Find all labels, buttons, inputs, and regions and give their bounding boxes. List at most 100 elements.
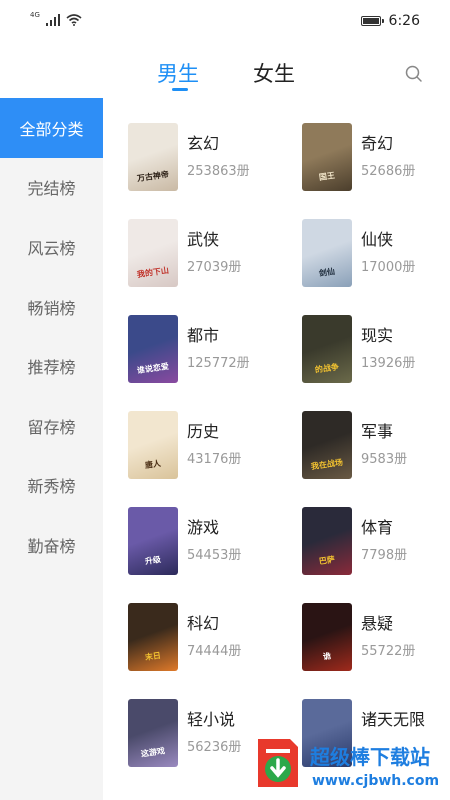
category-name: 诸天无限 [361, 710, 426, 729]
sidebar-item-all-categories[interactable]: 全部分类 [0, 98, 103, 158]
book-cover: 诡 [302, 603, 352, 671]
sidebar-item-label: 畅销榜 [27, 298, 76, 318]
category-name: 悬疑 [361, 614, 394, 633]
cover-title: 我的下山 [136, 265, 170, 280]
category-name: 奇幻 [361, 134, 394, 153]
category-item[interactable]: 诡 悬疑 55722册 [302, 603, 438, 699]
active-tab-indicator [172, 88, 188, 91]
category-count: 13926册 [361, 356, 416, 371]
category-name: 科幻 [187, 614, 220, 633]
battery-icon [360, 16, 384, 26]
sidebar-item-retention[interactable]: 留存榜 [0, 396, 103, 456]
watermark-title: 超级棒下载站 [310, 745, 430, 769]
sidebar-item-label: 新秀榜 [27, 477, 76, 497]
category-name: 都市 [187, 326, 220, 345]
category-item[interactable]: 谁说恋爱 都市 125772册 [128, 315, 302, 411]
category-count: 7798册 [361, 548, 408, 563]
book-cover: 这游戏 [128, 699, 178, 767]
cover-title: 这游戏 [140, 746, 166, 759]
book-cover: 唐人 [128, 411, 178, 479]
category-item[interactable]: 国王 奇幻 52686册 [302, 123, 438, 219]
network-type: 4G [30, 11, 40, 19]
watermark-logo-icon [258, 739, 298, 787]
book-cover: 我的下山 [128, 219, 178, 287]
category-name: 轻小说 [187, 710, 236, 729]
cover-title: 巴萨 [318, 554, 336, 567]
cover-title: 诡 [322, 651, 332, 662]
cover-title: 万古神帝 [136, 169, 170, 184]
category-item[interactable]: 我在战场 军事 9583册 [302, 411, 438, 507]
category-name: 军事 [361, 422, 394, 441]
category-name: 体育 [361, 518, 394, 537]
category-count: 52686册 [361, 164, 416, 179]
sidebar-item-recommended[interactable]: 推荐榜 [0, 336, 103, 396]
cover-title: 的战争 [314, 362, 340, 375]
sidebar-item-label: 推荐榜 [27, 358, 76, 378]
category-count: 55722册 [361, 644, 416, 659]
category-item[interactable]: 唐人 历史 43176册 [128, 411, 302, 507]
tab-male[interactable]: 男生 [157, 58, 199, 88]
wifi-icon [66, 14, 82, 26]
cover-title: 升级 [144, 554, 162, 567]
signal-icon [45, 14, 60, 26]
book-cover: 剑仙 [302, 219, 352, 287]
category-name: 游戏 [187, 518, 220, 537]
cover-title: 唐人 [144, 458, 162, 471]
category-count: 125772册 [187, 356, 250, 371]
watermark: 超级棒下载站 www.cjbwh.com [250, 733, 450, 800]
book-cover: 的战争 [302, 315, 352, 383]
tab-female[interactable]: 女生 [253, 58, 295, 88]
sidebar-item-diligent[interactable]: 勤奋榜 [0, 515, 103, 575]
book-cover: 升级 [128, 507, 178, 575]
category-grid: 万古神帝 玄幻 253863册 国王 奇幻 52686册 我的下山 武侠 27039册… [128, 123, 438, 795]
category-name: 仙侠 [361, 230, 394, 249]
cover-title: 谁说恋爱 [136, 361, 170, 376]
status-right: 6:26 [360, 13, 420, 29]
sidebar-item-label: 完结榜 [27, 179, 76, 199]
header: 男生 女生 [0, 48, 450, 100]
category-item[interactable]: 我的下山 武侠 27039册 [128, 219, 302, 315]
cover-title: 我在战场 [310, 457, 344, 472]
category-item[interactable]: 万古神帝 玄幻 253863册 [128, 123, 302, 219]
watermark-url: www.cjbwh.com [312, 773, 440, 789]
sidebar-item-label: 勤奋榜 [27, 536, 76, 556]
sidebar-item-trending[interactable]: 风云榜 [0, 217, 103, 277]
book-cover: 谁说恋爱 [128, 315, 178, 383]
sidebar-item-completed[interactable]: 完结榜 [0, 158, 103, 218]
sidebar-item-label: 留存榜 [27, 417, 76, 437]
category-item[interactable]: 升级 游戏 54453册 [128, 507, 302, 603]
category-item[interactable]: 末日 科幻 74444册 [128, 603, 302, 699]
book-cover: 巴萨 [302, 507, 352, 575]
cover-title: 国王 [318, 170, 336, 183]
search-icon[interactable] [404, 64, 424, 84]
category-name: 武侠 [187, 230, 220, 249]
clock: 6:26 [388, 13, 420, 29]
book-cover: 国王 [302, 123, 352, 191]
category-item[interactable]: 巴萨 体育 7798册 [302, 507, 438, 603]
category-item[interactable]: 的战争 现实 13926册 [302, 315, 438, 411]
signal-area: 4G [30, 11, 82, 26]
sidebar-item-newcomer[interactable]: 新秀榜 [0, 456, 103, 516]
book-cover: 末日 [128, 603, 178, 671]
category-sidebar: 全部分类 完结榜 风云榜 畅销榜 推荐榜 留存榜 新秀榜 勤奋榜 [0, 98, 103, 800]
category-count: 43176册 [187, 452, 242, 467]
category-count: 253863册 [187, 164, 250, 179]
category-count: 9583册 [361, 452, 408, 467]
category-name: 玄幻 [187, 134, 220, 153]
category-name: 现实 [361, 326, 394, 345]
book-cover: 我在战场 [302, 411, 352, 479]
category-count: 27039册 [187, 260, 242, 275]
cover-title: 剑仙 [318, 266, 336, 279]
category-name: 历史 [187, 422, 220, 441]
category-item[interactable]: 剑仙 仙侠 17000册 [302, 219, 438, 315]
category-count: 56236册 [187, 740, 242, 755]
cover-title: 末日 [144, 650, 162, 663]
category-count: 54453册 [187, 548, 242, 563]
sidebar-item-label: 风云榜 [27, 238, 76, 258]
category-count: 74444册 [187, 644, 242, 659]
sidebar-item-label: 全部分类 [19, 119, 84, 139]
status-bar: 4G 6:26 [0, 0, 450, 48]
sidebar-item-bestseller[interactable]: 畅销榜 [0, 277, 103, 337]
category-count: 17000册 [361, 260, 416, 275]
book-cover: 万古神帝 [128, 123, 178, 191]
